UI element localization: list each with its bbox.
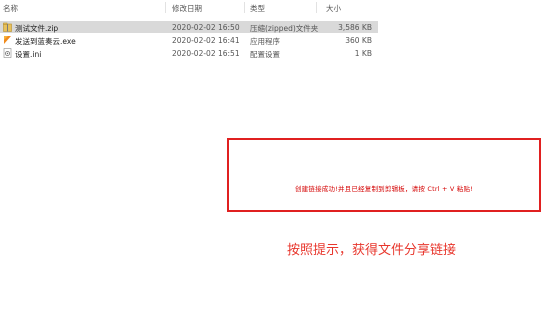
file-date: 2020-02-02 16:50 <box>172 22 240 32</box>
dialog-message: 创建链接成功!并且已经复制到剪辑板，请按 Ctrl + V 粘贴! <box>294 185 474 193</box>
column-header-date[interactable]: 修改日期 <box>172 3 202 14</box>
file-row[interactable]: 设置.ini 2020-02-02 16:51 配置设置 1 KB <box>0 47 378 59</box>
file-type: 配置设置 <box>250 49 280 59</box>
column-header-type[interactable]: 类型 <box>250 3 265 14</box>
ini-settings-icon <box>3 48 12 58</box>
file-name: 设置.ini <box>15 49 42 59</box>
file-date: 2020-02-02 16:51 <box>172 48 240 58</box>
file-type: 应用程序 <box>250 36 280 46</box>
zip-folder-icon <box>3 22 12 32</box>
column-divider[interactable] <box>244 2 245 13</box>
file-size: 360 KB <box>345 35 372 45</box>
column-header-name[interactable]: 名称 <box>3 3 18 14</box>
column-divider[interactable] <box>316 2 317 13</box>
file-name: 测试文件.zip <box>15 23 59 33</box>
instruction-annotation: 按照提示，获得文件分享链接 <box>287 243 457 258</box>
file-date: 2020-02-02 16:41 <box>172 35 240 45</box>
file-size: 1 KB <box>354 48 372 58</box>
file-size: 3,586 KB <box>338 22 372 32</box>
link-created-dialog: 创建链接成功!并且已经复制到剪辑板，请按 Ctrl + V 粘贴! <box>227 138 541 212</box>
column-divider[interactable] <box>165 2 166 13</box>
file-row[interactable]: 发送到蓝奏云.exe 2020-02-02 16:41 应用程序 360 KB <box>0 34 378 46</box>
exe-app-icon <box>4 36 11 44</box>
column-header-bar: 名称 修改日期 类型 大小 <box>0 0 550 15</box>
file-name: 发送到蓝奏云.exe <box>15 36 76 46</box>
file-row[interactable]: 测试文件.zip 2020-02-02 16:50 压缩(zipped)文件夹 … <box>0 21 378 33</box>
column-header-size[interactable]: 大小 <box>326 3 341 14</box>
